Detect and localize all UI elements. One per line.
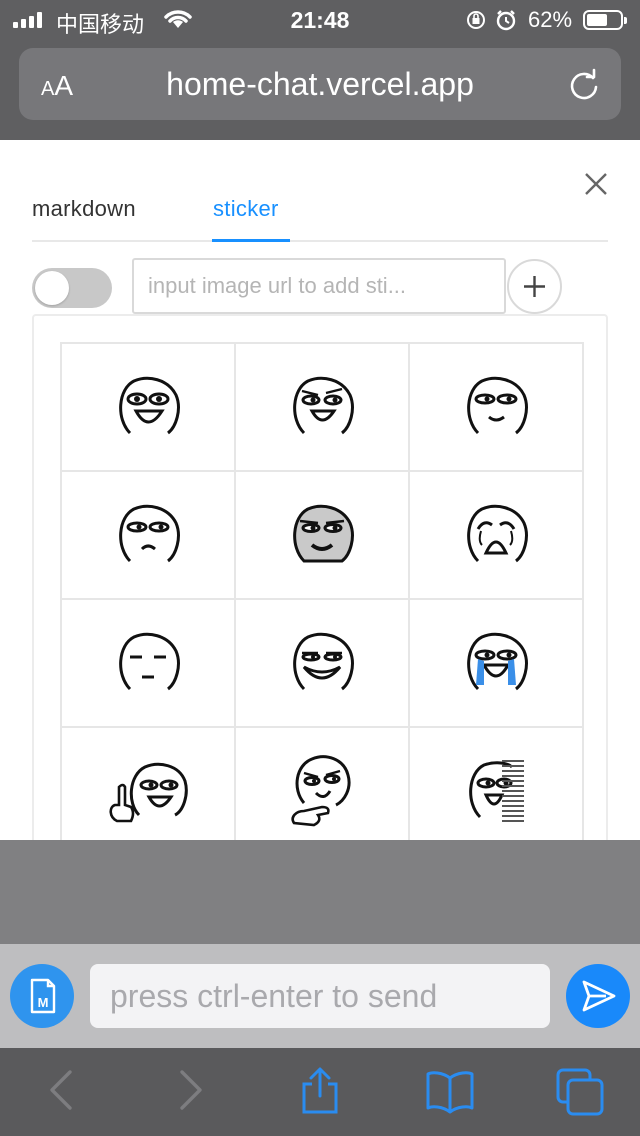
tab-sticker[interactable]: sticker (213, 196, 279, 222)
smug-grin-face-icon (293, 376, 354, 435)
address-bar[interactable]: AA home-chat.vercel.app (19, 48, 621, 120)
back-icon[interactable] (46, 1066, 76, 1119)
reload-icon[interactable] (567, 68, 601, 107)
tab-bar: markdown sticker (32, 192, 608, 242)
tears-of-joy-face-icon (467, 632, 528, 691)
sticker-item[interactable] (62, 344, 236, 472)
sticker-item[interactable] (62, 728, 236, 840)
send-icon (582, 980, 616, 1012)
send-button[interactable] (566, 964, 630, 1028)
message-input[interactable] (90, 964, 550, 1028)
bookmarks-icon[interactable] (424, 1066, 476, 1121)
tabs-icon[interactable] (554, 1066, 606, 1121)
crying-shocked-face-icon (467, 504, 528, 563)
sticker-item[interactable] (410, 728, 584, 840)
thinking-chin-face-icon (291, 755, 351, 827)
battery-percentage: 62% (528, 7, 573, 32)
sticker-item[interactable] (236, 472, 410, 600)
sticker-item[interactable] (236, 600, 410, 728)
markdown-editor-button[interactable]: M (10, 964, 74, 1028)
sticker-item[interactable] (410, 344, 584, 472)
tab-markdown[interactable]: markdown (32, 196, 136, 222)
add-sticker-button[interactable] (507, 259, 562, 314)
active-tab-indicator (212, 239, 290, 242)
middle-finger-face-icon (109, 762, 188, 823)
orientation-lock-icon (467, 11, 485, 29)
sticker-toggle-switch[interactable] (32, 268, 112, 308)
share-icon[interactable] (298, 1066, 342, 1121)
sticker-grid (60, 342, 584, 840)
editor-popup-panel: markdown sticker (0, 140, 640, 840)
modal-backdrop[interactable] (0, 840, 640, 944)
svg-text:M: M (38, 995, 49, 1010)
grin-face-icon (119, 376, 180, 435)
alarm-icon (496, 10, 516, 31)
blank-stare-face-icon (119, 632, 180, 691)
smile-face-icon (467, 376, 528, 435)
sticker-item[interactable] (236, 344, 410, 472)
status-bar: 中国移动 21:48 62% (0, 0, 640, 40)
status-icons (466, 8, 522, 37)
half-hidden-face-icon (469, 760, 524, 822)
browser-toolbar (0, 1048, 640, 1136)
sticker-item[interactable] (62, 600, 236, 728)
url-text[interactable]: home-chat.vercel.app (19, 66, 621, 103)
wide-grin-face-icon (293, 632, 354, 691)
sticker-item[interactable] (62, 472, 236, 600)
sticker-item[interactable] (236, 728, 410, 840)
battery-icon (583, 10, 627, 30)
forward-icon[interactable] (176, 1066, 206, 1119)
sticker-item[interactable] (410, 600, 584, 728)
plus-icon (524, 276, 545, 297)
sticker-url-input[interactable] (132, 258, 506, 314)
sticker-list-container (32, 314, 608, 840)
markdown-file-icon: M (30, 978, 56, 1014)
chat-input-bar: M (0, 944, 640, 1048)
frown-face-icon (119, 504, 180, 563)
toggle-knob (35, 271, 69, 305)
gray-grin-face-icon (293, 504, 354, 563)
sticker-item[interactable] (410, 472, 584, 600)
